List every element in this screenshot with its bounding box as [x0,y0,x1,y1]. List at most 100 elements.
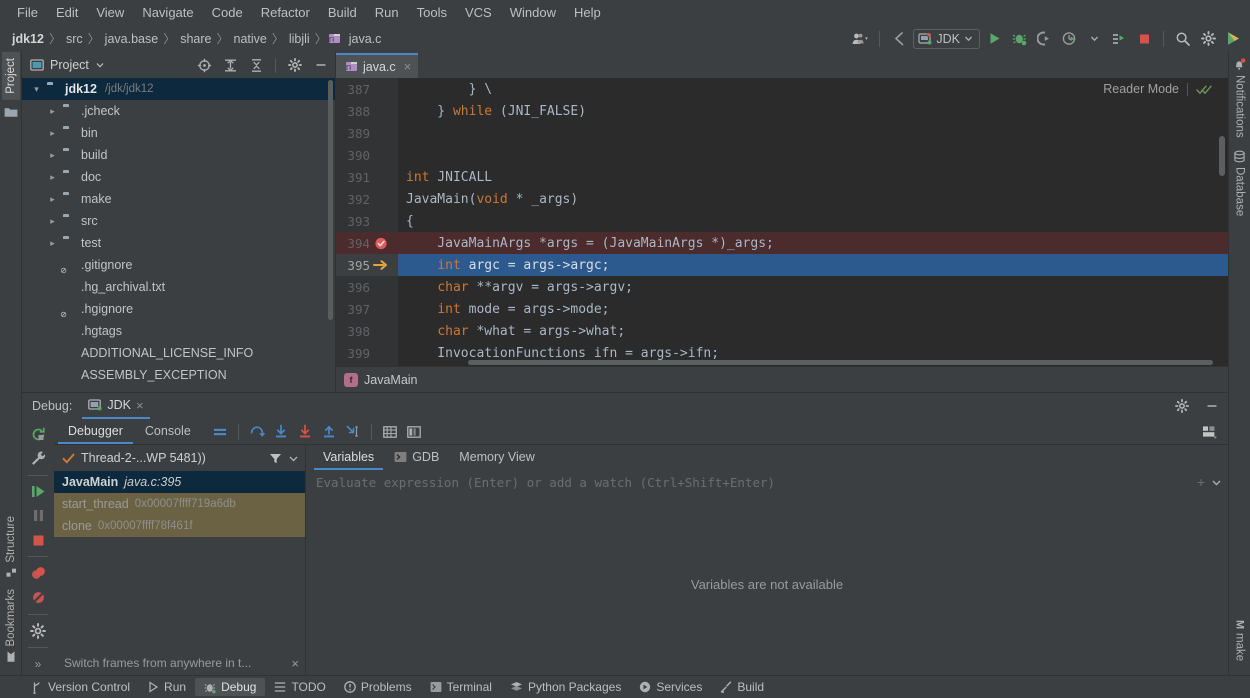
inspections-ok-icon[interactable] [1196,83,1212,96]
tree-item-doc[interactable]: ▸ doc [22,166,335,188]
code-line-breakpoint[interactable]: JavaMainArgs *args = (JavaMainArgs *)_ar… [398,232,1228,254]
tree-item-additional-license-info[interactable]: ADDITIONAL_LICENSE_INFO [22,342,335,364]
step-into-icon[interactable] [270,422,292,442]
show-execution-point-icon[interactable] [209,422,231,442]
chevron-right-icon[interactable]: ▸ [46,194,59,205]
status-python-packages[interactable]: Python Packages [501,678,630,696]
status-problems[interactable]: Problems [335,678,421,696]
menu-help[interactable]: Help [565,2,610,23]
status-run[interactable]: Run [139,678,195,696]
editor-horizontal-scrollbar[interactable] [468,360,1213,365]
tab-variables[interactable]: Variables [314,446,384,470]
settings-gear-icon[interactable] [25,620,51,642]
menu-file[interactable]: File [8,2,47,23]
menu-code[interactable]: Code [203,2,252,23]
evaluate-expression-row[interactable]: Evaluate expression (Enter) or add a wat… [306,471,1228,493]
tree-item-hgignore[interactable]: .hgignore [22,298,335,320]
code-line[interactable]: char **argv = args->argv; [398,276,1228,298]
run-icon[interactable] [983,29,1005,49]
breadcrumb-src[interactable]: src [62,31,87,47]
back-arrow-icon[interactable] [888,29,910,49]
code-line[interactable] [398,144,1228,166]
code-line[interactable]: } while (JNI_FALSE) [398,100,1228,122]
layout-settings-icon[interactable] [403,422,425,442]
tab-console[interactable]: Console [135,420,201,444]
resume-program-icon[interactable] [25,480,51,502]
tab-memory-view[interactable]: Memory View [450,446,543,470]
status-debug[interactable]: Debug [195,678,266,696]
code-line[interactable] [398,122,1228,144]
breadcrumb-libjli[interactable]: libjli [285,31,314,47]
tree-item-hg-archival[interactable]: .hg_archival.txt [22,276,335,298]
tree-item-src[interactable]: ▸ src [22,210,335,232]
status-version-control[interactable]: Version Control [22,678,139,696]
evaluate-expression-icon[interactable] [379,422,401,442]
sidebar-item-structure[interactable]: Structure [2,510,20,584]
code-view[interactable]: 387 388 389 390 391 392 393 394 395 396 … [336,78,1228,366]
code-line[interactable]: char *what = args->what; [398,320,1228,342]
chevron-right-icon[interactable]: ▸ [46,106,59,117]
code-line-current[interactable]: int argc = args->argc; [398,254,1228,276]
debug-icon[interactable] [1008,29,1030,49]
tab-gdb[interactable]: GDB [385,446,448,470]
code-line[interactable]: int mode = args->mode; [398,298,1228,320]
project-tree[interactable]: ▾ jdk12 /jdk/jdk12 ▸ .jcheck ▸ bin ▸ bui… [22,78,335,392]
menu-refactor[interactable]: Refactor [252,2,319,23]
plus-icon[interactable]: + [1191,474,1211,490]
menu-build[interactable]: Build [319,2,366,23]
project-tree-scrollbar[interactable] [328,80,333,320]
chevron-down-icon[interactable] [1211,477,1222,488]
sidebar-item-bookmarks[interactable]: Bookmarks [2,583,20,669]
chevron-down-icon[interactable] [288,453,299,464]
chevron-right-icon[interactable]: ▸ [46,238,59,249]
breadcrumb-jdk12[interactable]: jdk12 [8,31,48,47]
tree-item-gitignore[interactable]: .gitignore [22,254,335,276]
editor-tab-java-c[interactable]: c java.c × [336,53,419,78]
hide-panel-icon[interactable] [311,55,331,75]
breadcrumb-share[interactable]: share [176,31,215,47]
mute-breakpoints-icon[interactable] [25,586,51,608]
run-configuration-selector[interactable]: JDK [913,28,980,49]
tree-item-jdk12[interactable]: ▾ jdk12 /jdk/jdk12 [22,78,335,100]
profiler-icon[interactable] [1058,29,1080,49]
stop-icon[interactable] [1133,29,1155,49]
chevron-right-icon[interactable]: ▸ [46,216,59,227]
settings-gear-icon[interactable] [285,55,305,75]
tree-item-assembly-exception[interactable]: ASSEMBLY_EXCEPTION [22,364,335,386]
tree-item-jcheck[interactable]: ▸ .jcheck [22,100,335,122]
select-opened-file-icon[interactable] [194,55,214,75]
gutter-line-breakpoint[interactable]: 394 [336,232,398,254]
filter-icon[interactable] [269,452,282,465]
breadcrumb-java-base[interactable]: java.base [101,31,163,47]
search-everywhere-icon[interactable] [1172,29,1194,49]
frames-list[interactable]: JavaMain java.c:395 start_thread 0x00007… [54,471,305,651]
status-terminal[interactable]: Terminal [421,678,501,696]
frame-item-javamain[interactable]: JavaMain java.c:395 [54,471,305,493]
code-line[interactable]: ▽JavaMain(void * _args) [398,188,1228,210]
menu-navigate[interactable]: Navigate [133,2,202,23]
close-icon[interactable]: × [401,59,412,74]
breakpoint-icon[interactable] [370,236,392,250]
frame-item-start-thread[interactable]: start_thread 0x00007ffff719a6db [54,493,305,515]
run-to-cursor-icon[interactable] [342,422,364,442]
menu-tools[interactable]: Tools [408,2,456,23]
evaluate-expression-input[interactable]: Evaluate expression (Enter) or add a wat… [316,475,1191,490]
code-with-me-icon[interactable] [1222,29,1244,49]
menu-vcs[interactable]: VCS [456,2,501,23]
chevron-down-icon[interactable]: ▾ [30,84,43,95]
tree-item-hgtags[interactable]: .hgtags [22,320,335,342]
editor-gutter[interactable]: 387 388 389 390 391 392 393 394 395 396 … [336,78,398,366]
view-breakpoints-icon[interactable] [25,562,51,584]
step-out-icon[interactable] [318,422,340,442]
tree-item-bin[interactable]: ▸ bin [22,122,335,144]
hide-panel-icon[interactable] [1202,396,1222,416]
menu-view[interactable]: View [87,2,133,23]
debug-session-tab-jdk[interactable]: JDK × [82,394,150,419]
stop-icon[interactable] [25,529,51,551]
breadcrumb-java-c[interactable]: java.c [345,31,386,47]
status-build[interactable]: Build [711,678,773,696]
chevron-right-icon[interactable]: ▸ [46,128,59,139]
code-line[interactable]: int JNICALL [398,166,1228,188]
code-text-area[interactable]: } \ } while (JNI_FALSE) int JNICALL ▽Jav… [398,78,1228,366]
status-services[interactable]: Services [630,678,711,696]
